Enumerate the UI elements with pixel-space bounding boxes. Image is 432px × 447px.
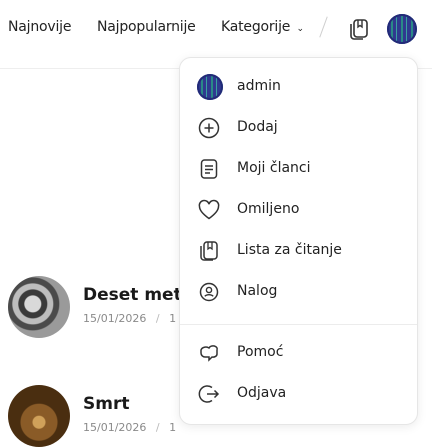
bookmarks-icon	[350, 19, 368, 40]
article-extra: 1	[169, 421, 177, 434]
nav-divider	[319, 16, 328, 38]
user-circle-icon	[199, 282, 219, 302]
meta-separator: /	[155, 312, 160, 325]
menu-item-profile[interactable]: admin	[180, 69, 417, 105]
plus-circle-icon	[198, 117, 220, 139]
menu-divider	[180, 324, 417, 325]
menu-item-label: Pomoć	[237, 344, 284, 360]
nav-categories-label: Kategorije	[221, 19, 291, 35]
menu-item-label: Omiljeno	[237, 201, 300, 217]
menu-item-label: Moji članci	[237, 160, 311, 176]
bookmarks-button[interactable]	[347, 15, 373, 41]
menu-item-help[interactable]: Pomoć	[180, 335, 417, 371]
lifebuoy-icon	[200, 345, 218, 362]
menu-item-label: Lista za čitanje	[237, 242, 342, 258]
nav-newest[interactable]: Najnovije	[8, 19, 71, 35]
meta-separator: /	[155, 421, 160, 434]
article-meta: 15/01/2026 / 1	[83, 421, 176, 434]
logout-icon	[198, 385, 220, 403]
article-thumbnail	[8, 385, 70, 447]
user-dropdown-menu: admin Dodaj Moji članci Omiljeno Lista z…	[179, 57, 418, 425]
article-meta: 15/01/2026 / 1 r	[83, 312, 184, 325]
user-avatar-button[interactable]	[387, 14, 417, 44]
menu-item-logout[interactable]: Odjava	[180, 376, 417, 412]
menu-avatar	[197, 74, 223, 100]
menu-item-reading-list[interactable]: Lista za čitanje	[180, 233, 417, 269]
menu-item-label: Odjava	[237, 385, 287, 401]
menu-item-label: Nalog	[237, 283, 278, 299]
chevron-down-icon: ⌄	[296, 24, 304, 34]
document-icon	[200, 159, 218, 179]
menu-item-label: Dodaj	[237, 119, 278, 135]
nav-popular[interactable]: Najpopularnije	[97, 19, 196, 35]
article-title[interactable]: Smrt	[83, 394, 129, 414]
article-date: 15/01/2026	[83, 312, 147, 325]
menu-username: admin	[237, 78, 281, 94]
menu-item-add[interactable]: Dodaj	[180, 110, 417, 146]
menu-item-account[interactable]: Nalog	[180, 274, 417, 310]
heart-icon	[198, 199, 220, 220]
top-navigation: Najnovije Najpopularnije Kategorije ⌄	[0, 0, 432, 56]
menu-item-favorites[interactable]: Omiljeno	[180, 192, 417, 228]
menu-item-my-articles[interactable]: Moji članci	[180, 151, 417, 187]
article-date: 15/01/2026	[83, 421, 147, 434]
article-thumbnail	[8, 276, 70, 338]
nav-categories[interactable]: Kategorije ⌄	[221, 19, 304, 35]
bookmarks-icon	[200, 241, 218, 261]
